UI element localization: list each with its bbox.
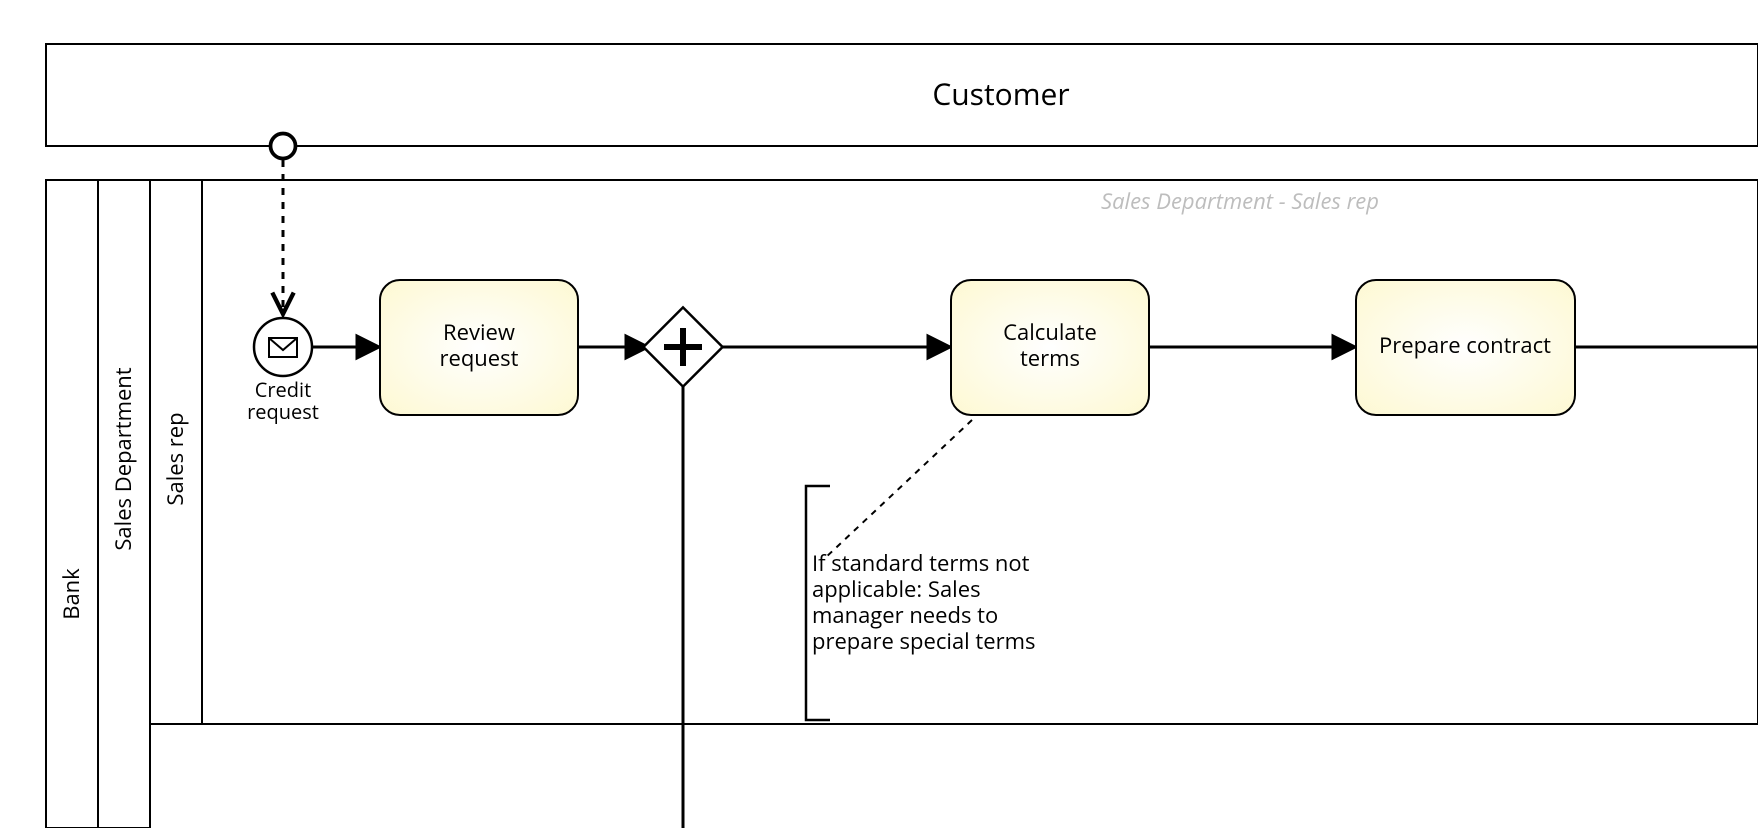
sales-rep-label: Sales rep xyxy=(160,412,190,505)
svg-text:Prepare contract: Prepare contract xyxy=(1379,330,1551,360)
bank-label: Bank xyxy=(56,568,86,620)
participant-bank[interactable]: Bank Sales Department Sales rep Sales De… xyxy=(46,180,1758,828)
task-review-request[interactable]: Review request xyxy=(380,280,578,415)
sales-dept-label: Sales Department xyxy=(108,367,138,550)
task-prepare-contract[interactable]: Prepare contract xyxy=(1356,280,1575,415)
bpmn-diagram: Customer Bank Sales Department Sales rep… xyxy=(0,0,1758,828)
lane-caption: Sales Department - Sales rep xyxy=(1101,186,1379,216)
start-event-label-2: request xyxy=(247,398,319,425)
envelope-icon xyxy=(269,338,297,357)
svg-text:terms: terms xyxy=(1020,343,1080,373)
svg-text:request: request xyxy=(440,343,519,373)
task-calculate-terms[interactable]: Calculate terms xyxy=(951,280,1149,415)
svg-text:prepare special terms: prepare special terms xyxy=(812,626,1035,656)
participant-customer-title: Customer xyxy=(932,73,1069,114)
participant-customer[interactable]: Customer xyxy=(46,44,1758,146)
